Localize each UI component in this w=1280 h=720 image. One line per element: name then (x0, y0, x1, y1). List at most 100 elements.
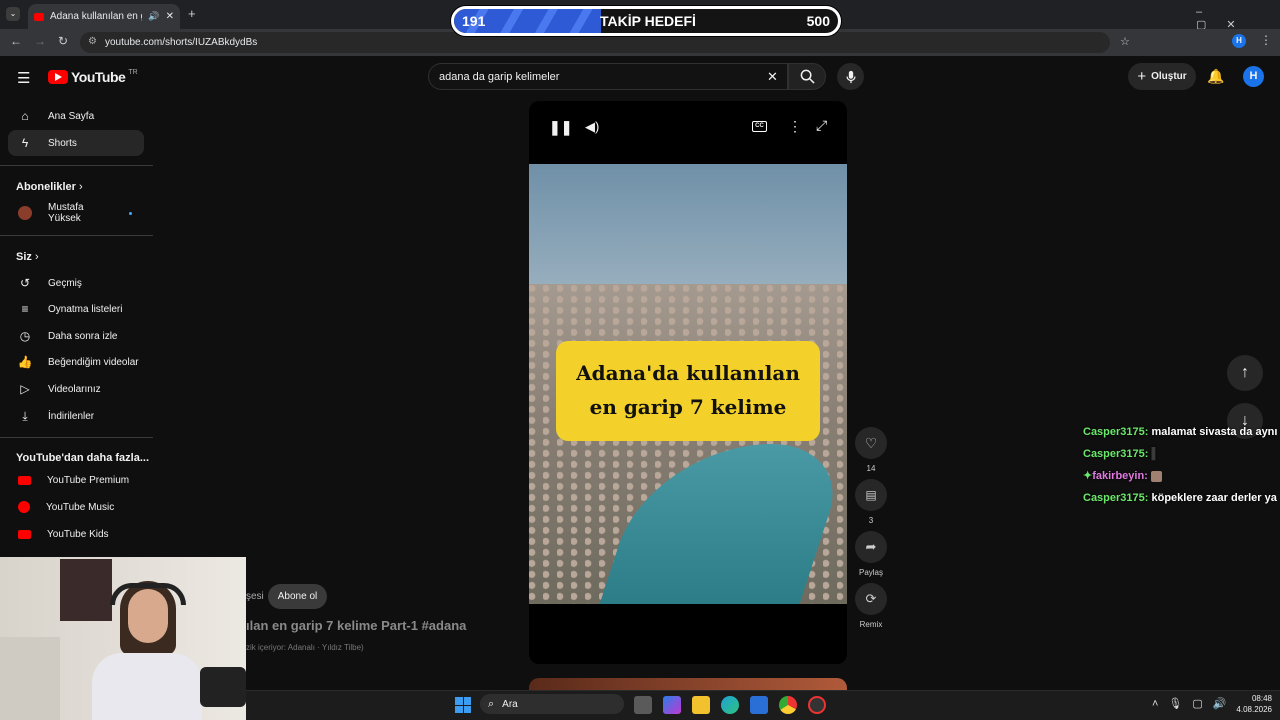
subscribe-button[interactable]: Abone ol (268, 584, 327, 609)
store-icon[interactable] (750, 696, 768, 714)
sidebar-item-subscription[interactable]: Mustafa Yüksek (8, 200, 144, 226)
arrow-up-icon: ↑ (1241, 364, 1249, 381)
tab-list-icon[interactable]: ⌄ (6, 7, 20, 21)
clear-search-icon[interactable]: ✕ (767, 69, 778, 85)
voice-search-button[interactable] (837, 63, 864, 90)
reload-icon[interactable]: ↻ (58, 34, 68, 48)
sidebar-item-playlists[interactable]: ≡ Oynatma listeleri (8, 296, 144, 322)
goal-target: 500 (806, 13, 830, 29)
chrome-icon[interactable] (779, 696, 797, 714)
search-button[interactable] (788, 63, 826, 90)
sidebar-item-history[interactable]: ↺ Geçmiş (8, 270, 144, 296)
back-icon[interactable]: ← (10, 34, 22, 48)
channel-avatar (18, 206, 32, 220)
more-options-icon[interactable]: ⋮ (788, 118, 802, 135)
notifications-bell-icon[interactable]: 🔔 (1207, 68, 1224, 85)
share-action[interactable]: ➦ Paylaş (855, 531, 887, 577)
profile-avatar[interactable]: H (1232, 34, 1246, 48)
search-icon: ⌕ (488, 697, 495, 710)
you-heading[interactable]: Siz › (16, 251, 39, 263)
comment-action[interactable]: ▤ 3 (855, 479, 887, 525)
microphone-icon (845, 70, 856, 83)
sidebar-item-your-videos[interactable]: ▷ Videolarınız (8, 376, 144, 402)
youtube-favicon-icon (34, 12, 44, 21)
previous-short-button[interactable]: ↑ (1227, 355, 1263, 391)
hamburger-menu-icon[interactable]: ☰ (17, 69, 30, 87)
sidebar-item-kids[interactable]: YouTube Kids (8, 521, 144, 547)
plus-icon: + (1137, 68, 1147, 85)
site-info-icon[interactable]: ⚙ (88, 36, 97, 47)
channel-name[interactable]: şesi (246, 591, 264, 602)
download-icon: ⤓ (22, 408, 28, 423)
video-frame: Adana'da kullanılan en garip 7 kelime (529, 164, 847, 604)
short-title: ılan en garip 7 kelime Part-1 #adana (246, 618, 467, 633)
windows-start-icon[interactable] (455, 697, 471, 713)
new-tab-icon[interactable]: + (188, 6, 196, 21)
remix-button[interactable]: ⟳ (855, 583, 887, 615)
speaker-icon[interactable]: 🔊 (148, 11, 159, 22)
sidebar-item-music[interactable]: YouTube Music (8, 494, 144, 520)
video-title-card: Adana'da kullanılan en garip 7 kelime (556, 341, 820, 441)
fullscreen-icon[interactable]: ⤢ (816, 117, 827, 134)
sidebar-divider (0, 235, 153, 236)
taskbar-search[interactable]: ⌕ Ara (480, 694, 624, 714)
subscriptions-heading[interactable]: Abonelikler › (16, 181, 83, 193)
system-tray-icons[interactable]: ˄🎙▢🔊 (1152, 697, 1236, 710)
sidebar-item-liked-videos[interactable]: 👍 Beğendiğim videolar (8, 349, 144, 375)
window-controls[interactable]: –▢✕ (1196, 6, 1280, 31)
sidebar-item-shorts[interactable]: ϟ Shorts (8, 130, 144, 156)
browser-tab[interactable]: Adana kullanılan en garip 7 🔊 ✕ (28, 4, 180, 29)
like-button[interactable]: ♡ (855, 427, 887, 459)
emote-icon (1150, 470, 1162, 482)
share-button[interactable]: ➦ (855, 531, 887, 563)
obs-icon[interactable] (808, 696, 826, 714)
goal-current: 191 (462, 13, 486, 29)
account-avatar[interactable]: H (1243, 66, 1264, 87)
more-from-youtube-heading: YouTube'dan daha fazla... (16, 452, 149, 464)
sidebar-item-watch-later[interactable]: ◷ Daha sonra izle (8, 323, 144, 349)
badge-icon: ✦ (1083, 470, 1093, 482)
sidebar-item-home[interactable]: ⌂ Ana Sayfa (8, 103, 144, 129)
url-text: youtube.com/shorts/IUZABkdydBs (105, 37, 258, 48)
music-credit[interactable]: zik içeriyor: Adanalı · Yıldız Tilbe) (246, 643, 364, 652)
pause-icon[interactable]: ❚❚ (549, 119, 572, 136)
wall-poster (60, 559, 112, 621)
task-view-icon[interactable] (634, 696, 652, 714)
sidebar-item-downloads[interactable]: ⤓ İndirilenler (8, 403, 144, 429)
stream-chat-overlay: Casper3175: malamat sivasta da aynı Casp… (1083, 424, 1278, 512)
comment-icon: ▤ (865, 488, 877, 502)
forward-icon[interactable]: → (34, 34, 46, 48)
youtube-logo[interactable]: YouTube TR (48, 69, 138, 85)
file-explorer-icon[interactable] (692, 696, 710, 714)
like-action[interactable]: ♡ 14 (855, 427, 887, 473)
chat-message: ✦fakirbeyin: (1083, 468, 1278, 484)
youtube-music-icon (18, 501, 30, 513)
search-input[interactable]: adana da garip kelimeler ✕ (428, 63, 788, 90)
remix-action[interactable]: ⟳ Remix (855, 583, 887, 629)
search-icon (800, 69, 815, 84)
captions-icon[interactable]: CC (752, 121, 767, 132)
sidebar-item-premium[interactable]: YouTube Premium (8, 467, 144, 493)
comment-button[interactable]: ▤ (855, 479, 887, 511)
thumbs-up-icon: 👍 (17, 355, 33, 369)
home-icon: ⌂ (21, 109, 29, 123)
history-icon: ↺ (19, 276, 31, 290)
video-icon: ▷ (20, 382, 30, 396)
menu-icon[interactable]: ⋮ (1260, 33, 1272, 47)
next-short-preview[interactable] (529, 678, 847, 690)
copilot-icon[interactable] (663, 696, 681, 714)
close-tab-icon[interactable]: ✕ (166, 11, 174, 22)
create-button[interactable]: + Oluştur (1128, 63, 1196, 90)
volume-icon[interactable]: ◀) (585, 119, 599, 135)
sidebar-divider (0, 437, 153, 438)
heart-icon: ♡ (864, 434, 878, 451)
clock[interactable]: 08:48 4.08.2026 (1230, 693, 1272, 715)
share-icon: ➦ (865, 539, 877, 554)
goal-label: TAKİP HEDEFİ (600, 13, 696, 29)
youtube-play-logo-icon (48, 70, 68, 84)
streamer-shirt (92, 653, 202, 720)
bookmark-star-icon[interactable]: ☆ (1120, 35, 1130, 48)
follower-goal-overlay: 191 TAKİP HEDEFİ 500 (451, 6, 841, 36)
edge-icon[interactable] (721, 696, 739, 714)
shorts-player[interactable]: ❚❚ ◀) CC ⋮ ⤢ Adana'da kullanılan en gari… (529, 101, 847, 664)
